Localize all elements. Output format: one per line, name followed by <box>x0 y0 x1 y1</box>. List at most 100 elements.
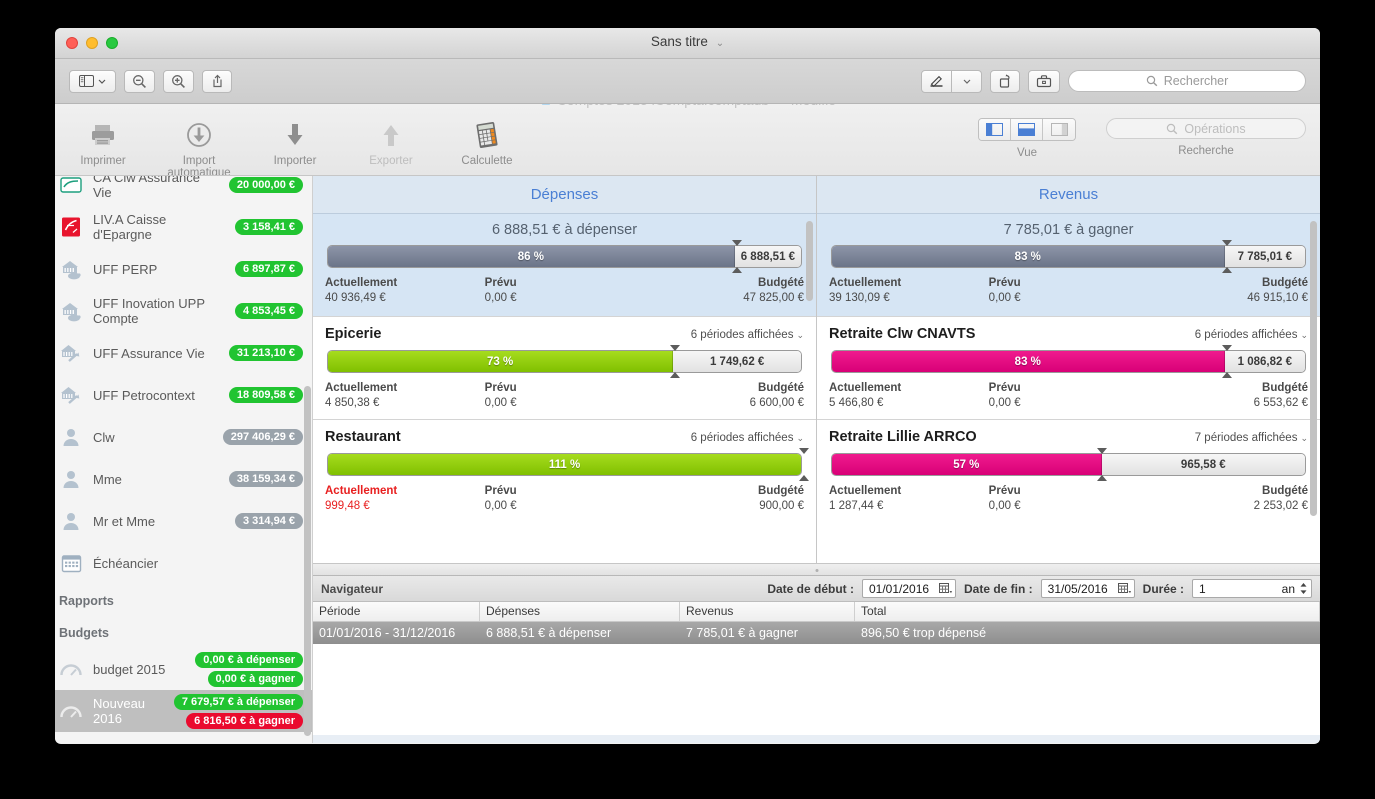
expenses-summary-bar[interactable]: 86 % 6 888,51 € <box>325 245 804 268</box>
navigator-bottom-gutter <box>313 735 1320 743</box>
toolbar-item-exporter[interactable]: Exporter <box>343 120 439 167</box>
zoom-in-button[interactable] <box>163 70 194 93</box>
sidebar-item-ca-clw-assurance-vie[interactable]: CA Clw Assurance Vie 20 000,00 € <box>55 176 313 206</box>
view-segmented-control[interactable] <box>978 118 1076 141</box>
bar-fill: 73 % <box>328 351 673 372</box>
expense-category-epicerie: Epicerie 6 périodes affichées⌄ 73 % <box>313 316 816 419</box>
edit-options-button[interactable] <box>952 70 982 93</box>
operations-search-input[interactable]: Opérations <box>1106 118 1306 139</box>
figure-current: Actuellement 999,48 € <box>325 485 485 512</box>
sidebar-item-mme[interactable]: Mme 38 159,34 € <box>55 458 313 500</box>
category-bar[interactable]: 73 % 1 749,62 € <box>325 350 804 373</box>
sidebar-item-clw[interactable]: Clw 297 406,29 € <box>55 416 313 458</box>
sidebar-item-uff-perp[interactable]: UFF PERP 6 897,87 € <box>55 248 313 290</box>
bar-marker-bottom-icon[interactable] <box>732 267 742 273</box>
sidebar-item-uff-inovation-upp-compte[interactable]: UFF Inovation UPP Compte 4 853,45 € <box>55 290 313 332</box>
bar-marker-bottom-icon[interactable] <box>1097 475 1107 481</box>
chevron-down-icon[interactable]: ⌄ <box>716 38 724 49</box>
sidebar-item-echeancier[interactable]: Échéancier <box>55 542 313 584</box>
sidebar-item-label: Clw <box>93 430 213 445</box>
calendar-icon[interactable] <box>1118 583 1131 595</box>
income-pane-scrollbar[interactable] <box>1310 221 1317 516</box>
share-button[interactable] <box>202 70 232 93</box>
sidebar-item-budget-2015[interactable]: budget 2015 0,00 € à dépenser 0,00 € à g… <box>55 648 313 690</box>
figure-key: Actuellement <box>325 382 485 394</box>
bar-marker-bottom-icon[interactable] <box>799 475 809 481</box>
expenses-pane-scrollbar[interactable] <box>806 221 813 301</box>
calendar-icon[interactable] <box>939 583 952 595</box>
edit-tool-group <box>921 70 982 93</box>
sidebar-item-label: UFF PERP <box>93 262 225 277</box>
window-title-text: Sans titre <box>651 34 708 49</box>
sidebar-budget-badge-earn: 0,00 € à gagner <box>208 671 304 687</box>
sidebar-item-uff-assurance-vie[interactable]: UFF Assurance Vie 31 213,10 € <box>55 332 313 374</box>
bar-marker-top-icon[interactable] <box>1222 240 1232 246</box>
category-figures: Actuellement 5 466,80 € Prévu 0,00 € Bud… <box>829 382 1308 409</box>
bar-marker-top-icon[interactable] <box>670 345 680 351</box>
sidebar-item-liva-caisse-depargne[interactable]: LIV.A Caisse d'Epargne 3 158,41 € <box>55 206 313 248</box>
category-periods-dropdown[interactable]: 6 périodes affichées⌄ <box>691 432 804 444</box>
figure-budget: Budgété 46 915,10 € <box>1148 277 1308 304</box>
category-bar[interactable]: 111 % <box>325 453 804 476</box>
income-summary-headline: 7 785,01 € à gagner <box>829 222 1308 238</box>
sidebar-item-nouveau-2016[interactable]: Nouveau 2016 7 679,57 € à dépenser 6 816… <box>55 690 313 732</box>
piggy-bank-icon <box>59 258 83 280</box>
zoom-out-icon <box>132 74 147 89</box>
chevron-down-icon <box>98 79 106 84</box>
sidebar-toggle-button[interactable] <box>69 70 116 93</box>
category-periods-dropdown[interactable]: 6 périodes affichées⌄ <box>1195 329 1308 341</box>
bar-percent-label: 83 % <box>1015 356 1041 368</box>
sidebar-item-label: CA Clw Assurance Vie <box>93 176 219 200</box>
arrow-up-icon <box>381 120 401 150</box>
view-sidebar-layout-button[interactable] <box>979 119 1011 140</box>
chevron-down-icon[interactable]: ⌄ <box>1300 433 1308 443</box>
search-input[interactable]: Rechercher <box>1068 70 1306 92</box>
view-split-layout-button[interactable] <box>1011 119 1043 140</box>
category-bar[interactable]: 83 % 1 086,82 € <box>829 350 1308 373</box>
piggy-bank-icon <box>59 300 83 322</box>
duration-field[interactable]: 1 an <box>1192 579 1312 598</box>
toolbar-item-imprimer[interactable]: Imprimer <box>55 120 151 167</box>
toolbar-item-importer[interactable]: Importer <box>247 120 343 167</box>
bar-marker-top-icon[interactable] <box>799 448 809 454</box>
category-periods-dropdown[interactable]: 6 périodes affichées⌄ <box>691 329 804 341</box>
toolbox-button[interactable] <box>1028 70 1060 93</box>
undo-button[interactable] <box>990 70 1020 93</box>
end-date-field[interactable]: 31/05/2016 <box>1041 579 1135 598</box>
view-inspector-layout-button[interactable] <box>1043 119 1075 140</box>
column-header-periode[interactable]: Période <box>313 602 480 621</box>
stepper-icon[interactable] <box>1299 582 1308 595</box>
column-header-total[interactable]: Total <box>855 602 1320 621</box>
sidebar-item-mr-et-mme[interactable]: Mr et Mme 3 314,94 € <box>55 500 313 542</box>
bar-marker-bottom-icon[interactable] <box>1222 372 1232 378</box>
chevron-down-icon[interactable]: ⌄ <box>796 433 804 443</box>
sidebar-scrollbar[interactable] <box>304 386 311 736</box>
start-date-field[interactable]: 01/01/2016 <box>862 579 956 598</box>
column-header-revenus[interactable]: Revenus <box>680 602 855 621</box>
chevron-down-icon[interactable]: ⌄ <box>796 330 804 340</box>
titlebar: Sans titre ⌄ <box>55 28 1320 59</box>
bar-remaining: 965,58 € <box>1102 454 1305 475</box>
bar-marker-top-icon[interactable] <box>1222 345 1232 351</box>
sidebar-item-uff-petrocontext[interactable]: UFF Petrocontext 18 809,58 € <box>55 374 313 416</box>
window-title[interactable]: Sans titre ⌄ <box>55 34 1320 49</box>
toolbar-item-import-automatique[interactable]: Import automatique <box>151 120 247 176</box>
bar-marker-bottom-icon[interactable] <box>1222 267 1232 273</box>
category-bar[interactable]: 57 % 965,58 € <box>829 453 1308 476</box>
sidebar-item-label: UFF Petrocontext <box>93 388 219 403</box>
income-summary-bar[interactable]: 83 % 7 785,01 € <box>829 245 1308 268</box>
table-row[interactable]: 01/01/2016 - 31/12/2016 6 888,51 € à dép… <box>313 622 1320 644</box>
chevron-down-icon[interactable]: ⌄ <box>1300 330 1308 340</box>
column-header-depenses[interactable]: Dépenses <box>480 602 680 621</box>
sidebar-budget-badge-spend: 7 679,57 € à dépenser <box>174 694 303 710</box>
zoom-out-button[interactable] <box>124 70 155 93</box>
bar-marker-top-icon[interactable] <box>1097 448 1107 454</box>
bar-marker-top-icon[interactable] <box>732 240 742 246</box>
search-group: Opérations Recherche <box>1106 118 1306 157</box>
horizontal-splitter[interactable] <box>313 563 1320 576</box>
background-document-title-text: Comptes 2015 iCompta.comptadb — Modifié <box>557 104 836 108</box>
category-periods-dropdown[interactable]: 7 périodes affichées⌄ <box>1195 432 1308 444</box>
edit-pen-button[interactable] <box>921 70 952 93</box>
bar-marker-bottom-icon[interactable] <box>670 372 680 378</box>
toolbar-item-calculette[interactable]: Calculette <box>439 120 535 167</box>
